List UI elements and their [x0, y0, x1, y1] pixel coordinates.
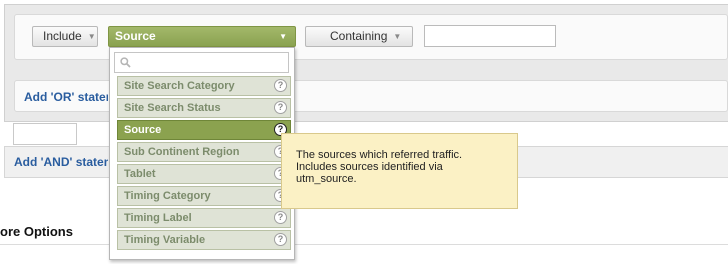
dimension-dropdown[interactable]: Source ▼ — [108, 26, 296, 47]
chevron-down-icon: ▼ — [87, 32, 96, 41]
dimension-option[interactable]: Sub Continent Region? — [117, 142, 291, 162]
connector-box — [13, 123, 77, 145]
dimension-option-label: Tablet — [124, 168, 156, 180]
chevron-down-icon: ▼ — [279, 32, 287, 41]
dimension-option[interactable]: Site Search Status? — [117, 98, 291, 118]
dimension-option[interactable]: Tablet? — [117, 164, 291, 184]
tooltip-line: utm_source. — [296, 173, 357, 185]
dimension-option-label: Sub Continent Region — [124, 146, 240, 158]
include-label: Include — [43, 29, 82, 43]
dimension-option[interactable]: Source? — [117, 120, 291, 140]
help-icon[interactable]: ? — [274, 211, 287, 224]
help-icon[interactable]: ? — [274, 101, 287, 114]
search-icon — [120, 57, 131, 68]
dimension-option-label: Source — [124, 124, 162, 136]
help-icon[interactable]: ? — [274, 79, 287, 92]
dimension-dropdown-menu: Site Search Category? Site Search Status?… — [109, 47, 295, 260]
match-type-label: Containing — [330, 29, 388, 43]
chevron-down-icon: ▼ — [393, 32, 402, 41]
dimension-option-label: Site Search Category — [124, 80, 235, 92]
dimension-option[interactable]: Timing Label? — [117, 208, 291, 228]
filter-value-input[interactable] — [424, 25, 556, 47]
add-or-statement-link[interactable]: Add 'OR' statement — [24, 90, 108, 104]
dimension-option-label: Timing Variable — [124, 234, 206, 246]
dimension-label: Source — [115, 29, 156, 43]
dimension-tooltip: The sources which referred traffic. Incl… — [281, 133, 518, 209]
add-and-statement-link[interactable]: Add 'AND' statement — [14, 155, 108, 169]
tooltip-line: Includes sources identified via — [296, 161, 443, 173]
include-exclude-dropdown[interactable]: Include ▼ — [32, 26, 98, 47]
tooltip-line: The sources which referred traffic. — [296, 149, 463, 161]
dimension-option[interactable]: Timing Variable? — [117, 230, 291, 250]
dimension-list: Site Search Category? Site Search Status?… — [117, 76, 291, 252]
more-options-heading[interactable]: ore Options — [0, 224, 73, 239]
match-type-dropdown[interactable]: Containing ▼ — [305, 26, 413, 47]
help-icon[interactable]: ? — [274, 233, 287, 246]
dropdown-search-input[interactable] — [114, 52, 289, 73]
dimension-option[interactable]: Timing Category? — [117, 186, 291, 206]
dimension-option-label: Timing Category — [124, 190, 211, 202]
dimension-option-label: Site Search Status — [124, 102, 221, 114]
dimension-option-label: Timing Label — [124, 212, 192, 224]
dimension-option[interactable]: Site Search Category? — [117, 76, 291, 96]
